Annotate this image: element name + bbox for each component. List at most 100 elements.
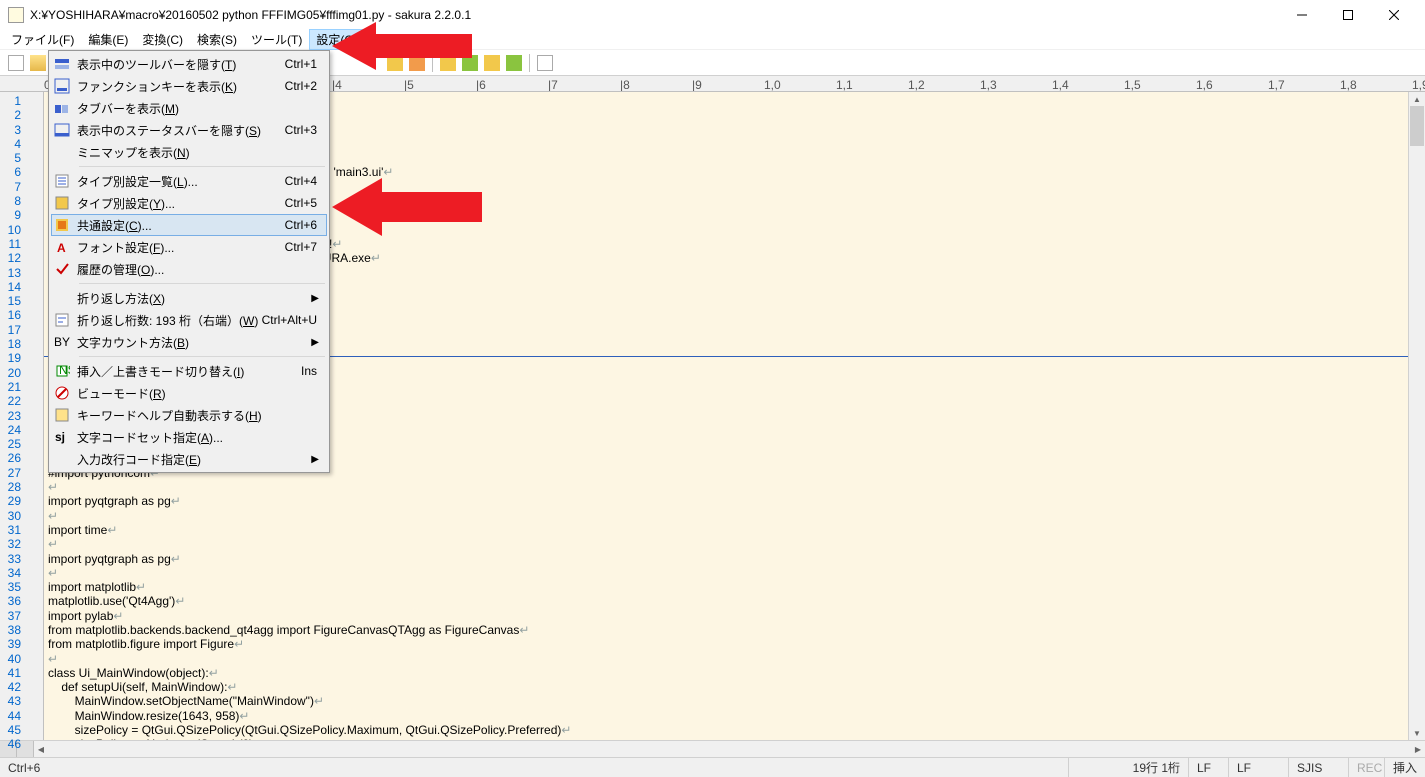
- menu-item[interactable]: 入力改行コード指定(E)▶: [51, 448, 327, 470]
- help-icon: [53, 406, 71, 424]
- status-lf: LF: [1189, 758, 1229, 777]
- code-line[interactable]: ↵: [48, 652, 1408, 666]
- svg-text:BYTE: BYTE: [54, 335, 70, 349]
- menu-shortcut: Ctrl+1: [285, 57, 323, 71]
- menu-item-label: 表示中のステータスバーを隠す(S): [77, 122, 285, 139]
- maximize-button[interactable]: [1325, 1, 1371, 29]
- blank-icon: [53, 450, 71, 468]
- menu-item[interactable]: BYTE文字カウント方法(B)▶: [51, 331, 327, 353]
- menu-item[interactable]: 折り返し方法(X)▶: [51, 287, 327, 309]
- menu-item-label: ミニマップを表示(N): [77, 144, 323, 161]
- menu-item[interactable]: ファンクションキーを表示(K)Ctrl+2: [51, 75, 327, 97]
- menu-item[interactable]: 編集(E): [81, 29, 135, 50]
- code-line[interactable]: MainWindow.resize(1643, 958)↵: [48, 709, 1408, 723]
- status-lf2: LF: [1229, 758, 1289, 777]
- menu-item[interactable]: 変換(C): [135, 29, 190, 50]
- menu-item-label: フォント設定(F)...: [77, 239, 285, 256]
- menu-item[interactable]: 表示中のステータスバーを隠す(S)Ctrl+3: [51, 119, 327, 141]
- scroll-down-arrow[interactable]: ▼: [1409, 726, 1425, 740]
- code-line[interactable]: import pyqtgraph as pg↵: [48, 494, 1408, 508]
- new-file-button[interactable]: [6, 53, 26, 73]
- horizontal-scrollbar[interactable]: ◀ ▶: [0, 740, 1425, 757]
- menu-item-label: 表示中のツールバーを隠す(T): [77, 56, 285, 73]
- menu-item[interactable]: タブバーを表示(M): [51, 97, 327, 119]
- menu-item[interactable]: ツール(T): [244, 29, 309, 50]
- toolbar-icon: [53, 55, 71, 73]
- menu-shortcut: Ctrl+5: [285, 196, 323, 210]
- menu-item-label: ビューモード(R): [77, 385, 323, 402]
- svg-text:A: A: [57, 241, 66, 255]
- list-icon: [53, 172, 71, 190]
- menu-item-label: タイプ別設定(Y)...: [77, 195, 285, 212]
- code-line[interactable]: import time↵: [48, 523, 1408, 537]
- menu-item[interactable]: ミニマップを表示(N): [51, 141, 327, 163]
- status-rec: REC: [1349, 758, 1385, 777]
- code-line[interactable]: ↵: [48, 537, 1408, 551]
- vertical-scrollbar[interactable]: ▲ ▼: [1408, 92, 1425, 740]
- menu-item[interactable]: 共通設定(C)...Ctrl+6: [51, 214, 327, 236]
- menu-item[interactable]: sj 文字コードセット指定(A)...: [51, 426, 327, 448]
- menu-item[interactable]: ファイル(F): [4, 29, 81, 50]
- menu-item-label: 文字カウント方法(B): [77, 334, 311, 351]
- code-line[interactable]: class Ui_MainWindow(object):↵: [48, 666, 1408, 680]
- menu-item-label: 入力改行コード指定(E): [77, 451, 311, 468]
- svg-text:NS: NS: [59, 363, 70, 377]
- menu-item[interactable]: NS挿入／上書きモード切り替え(I)Ins: [51, 360, 327, 382]
- window-title: X:¥YOSHIHARA¥macro¥20160502 python FFFIM…: [30, 8, 1279, 22]
- scroll-right-arrow[interactable]: ▶: [1411, 741, 1425, 757]
- menu-item[interactable]: 折り返し桁数: 193 桁（右端）(W)Ctrl+Alt+U: [51, 309, 327, 331]
- code-line[interactable]: ↵: [48, 566, 1408, 580]
- app-icon: [8, 7, 24, 23]
- tool-button[interactable]: [535, 53, 555, 73]
- menu-shortcut: Ctrl+3: [285, 123, 323, 137]
- menubar: ファイル(F)編集(E)変換(C)検索(S)ツール(T)設定(O): [0, 30, 1425, 50]
- code-line[interactable]: ↵: [48, 509, 1408, 523]
- menu-item[interactable]: ビューモード(R): [51, 382, 327, 404]
- byte-icon: BYTE: [53, 333, 71, 351]
- scroll-left-arrow[interactable]: ◀: [34, 741, 48, 757]
- menu-item[interactable]: タイプ別設定一覧(L)...Ctrl+4: [51, 170, 327, 192]
- menu-shortcut: Ins: [301, 364, 323, 378]
- sj-icon: sj: [53, 428, 71, 446]
- font-icon: A: [53, 238, 71, 256]
- tool-button[interactable]: [482, 53, 502, 73]
- code-line[interactable]: MainWindow.setObjectName("MainWindow")↵: [48, 694, 1408, 708]
- scroll-up-arrow[interactable]: ▲: [1409, 92, 1425, 106]
- status-position: 19行 1桁: [1069, 758, 1189, 777]
- close-button[interactable]: [1371, 1, 1417, 29]
- check-icon: [53, 260, 71, 278]
- code-line[interactable]: import matplotlib↵: [48, 580, 1408, 594]
- code-line[interactable]: def setupUi(self, MainWindow):↵: [48, 680, 1408, 694]
- menu-item[interactable]: キーワードヘルプ自動表示する(H): [51, 404, 327, 426]
- menu-item[interactable]: タイプ別設定(Y)...Ctrl+5: [51, 192, 327, 214]
- wrap-icon: [53, 311, 71, 329]
- code-line[interactable]: sizePolicy.setHorizontalStretch(0)↵: [48, 737, 1408, 740]
- common-icon: [53, 216, 71, 234]
- menu-item-label: 文字コードセット指定(A)...: [77, 429, 323, 446]
- minimize-button[interactable]: [1279, 1, 1325, 29]
- code-line[interactable]: matplotlib.use('Qt4Agg')↵: [48, 594, 1408, 608]
- code-line[interactable]: ↵: [48, 480, 1408, 494]
- code-line[interactable]: sizePolicy = QtGui.QSizePolicy(QtGui.QSi…: [48, 723, 1408, 737]
- menu-item[interactable]: 検索(S): [190, 29, 244, 50]
- scroll-thumb[interactable]: [1410, 106, 1424, 146]
- ins-icon: NS: [53, 362, 71, 380]
- code-line[interactable]: import pyqtgraph as pg↵: [48, 552, 1408, 566]
- code-line[interactable]: from matplotlib.backends.backend_qt4agg …: [48, 623, 1408, 637]
- line-gutter: 1234567891011121314151617181920212223242…: [0, 92, 44, 740]
- menu-item-label: ファンクションキーを表示(K): [77, 78, 285, 95]
- menu-item[interactable]: 表示中のツールバーを隠す(T)Ctrl+1: [51, 53, 327, 75]
- code-line[interactable]: import pylab↵: [48, 609, 1408, 623]
- tool-button[interactable]: [504, 53, 524, 73]
- menu-shortcut: Ctrl+7: [285, 240, 323, 254]
- svg-text:sj: sj: [55, 430, 65, 444]
- menu-item[interactable]: A フォント設定(F)...Ctrl+7: [51, 236, 327, 258]
- menu-item-label: キーワードヘルプ自動表示する(H): [77, 407, 323, 424]
- statusbar: Ctrl+6 19行 1桁 LF LF SJIS REC 挿入: [0, 757, 1425, 777]
- open-file-button[interactable]: [28, 53, 48, 73]
- menu-item[interactable]: 履歴の管理(O)...: [51, 258, 327, 280]
- settings-menu-dropdown: 表示中のツールバーを隠す(T)Ctrl+1ファンクションキーを表示(K)Ctrl…: [48, 50, 330, 473]
- code-line[interactable]: from matplotlib.figure import Figure↵: [48, 637, 1408, 651]
- tab-icon: [53, 99, 71, 117]
- annotation-arrow-bottom: [332, 172, 482, 242]
